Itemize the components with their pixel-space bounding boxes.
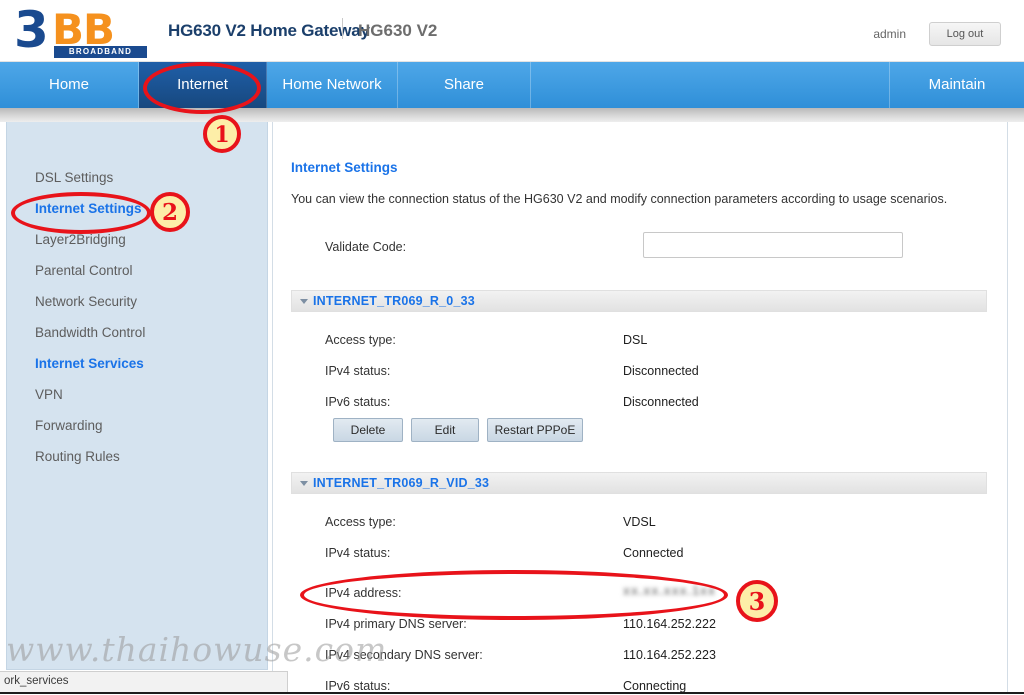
- sidebar-item-bandwidth-control[interactable]: Bandwidth Control: [35, 323, 145, 343]
- row-label-access-type-2: Access type:: [325, 515, 396, 529]
- section-heading: Internet Settings: [291, 160, 398, 175]
- row-value-ipv4-address: xx.xx.xxx.1xx: [623, 584, 716, 598]
- row-value-ipv4-status-2: Connected: [623, 546, 684, 560]
- content-area: DSL Settings Internet Settings Layer2Bri…: [0, 122, 1024, 694]
- row-value-ipv4-primary-dns: 110.164.252.222: [623, 617, 716, 631]
- sidebar-item-internet-services[interactable]: Internet Services: [35, 354, 144, 374]
- nav-shadow-strip: [0, 108, 1024, 122]
- title-divider: [342, 18, 343, 39]
- logout-button[interactable]: Log out: [929, 22, 1001, 46]
- row-label-ipv4-status-2: IPv4 status:: [325, 546, 391, 560]
- logo-digit-three: 3: [14, 1, 49, 59]
- sidebar-item-internet-settings[interactable]: Internet Settings: [35, 199, 142, 219]
- current-user-label: admin: [873, 27, 906, 41]
- row-value-ipv6-status: Disconnected: [623, 395, 699, 409]
- sidebar-item-vpn[interactable]: VPN: [35, 385, 63, 405]
- app-header: 3 BB BROADBAND HG630 V2 Home Gateway HG6…: [0, 0, 1024, 62]
- nav-item-home[interactable]: Home: [0, 62, 139, 108]
- logo-broadband-band: BROADBAND: [54, 46, 147, 58]
- main-panel: Internet Settings You can view the conne…: [272, 122, 1008, 694]
- delete-button[interactable]: Delete: [333, 418, 403, 442]
- nav-item-share[interactable]: Share: [398, 62, 531, 108]
- restart-pppoe-button[interactable]: Restart PPPoE: [487, 418, 583, 442]
- row-label-ipv4-address: IPv4 address:: [325, 586, 402, 600]
- brand-logo: 3 BB BROADBAND: [14, 1, 154, 59]
- sidebar-item-layer2bridging[interactable]: Layer2Bridging: [35, 230, 126, 250]
- sidebar: DSL Settings Internet Settings Layer2Bri…: [6, 122, 268, 670]
- main-navigation: Home Internet Home Network Share Maintai…: [0, 62, 1024, 108]
- validate-code-input[interactable]: [643, 232, 903, 258]
- section-description: You can view the connection status of th…: [291, 192, 948, 206]
- nav-spacer: [531, 62, 890, 108]
- validate-code-label: Validate Code:: [325, 240, 407, 254]
- section-header-internet-tr069-r-0-33[interactable]: INTERNET_TR069_R_0_33: [291, 290, 987, 312]
- chevron-down-icon: [300, 481, 308, 486]
- nav-item-maintain[interactable]: Maintain: [890, 62, 1024, 108]
- page-title: HG630 V2 Home Gateway: [168, 21, 370, 40]
- edit-button[interactable]: Edit: [411, 418, 479, 442]
- row-value-ipv4-status: Disconnected: [623, 364, 699, 378]
- logo-letters-bb: BB: [52, 5, 115, 54]
- device-model-label: HG630 V2: [358, 21, 438, 40]
- section-header-internet-tr069-r-vid-33[interactable]: INTERNET_TR069_R_VID_33: [291, 472, 987, 494]
- nav-item-home-network[interactable]: Home Network: [267, 62, 398, 108]
- row-label-ipv6-status: IPv6 status:: [325, 395, 391, 409]
- sidebar-item-dsl-settings[interactable]: DSL Settings: [35, 168, 113, 188]
- row-label-access-type: Access type:: [325, 333, 396, 347]
- row-value-ipv4-secondary-dns: 110.164.252.223: [623, 648, 716, 662]
- browser-status-bar: ork_services: [0, 671, 288, 692]
- row-value-access-type: DSL: [623, 333, 648, 347]
- section-title: INTERNET_TR069_R_VID_33: [313, 476, 490, 490]
- section-title: INTERNET_TR069_R_0_33: [313, 294, 475, 308]
- status-bar-text: ork_services: [4, 675, 69, 687]
- nav-item-internet[interactable]: Internet: [139, 62, 267, 108]
- sidebar-item-parental-control[interactable]: Parental Control: [35, 261, 133, 281]
- chevron-down-icon: [300, 299, 308, 304]
- row-label-ipv4-primary-dns: IPv4 primary DNS server:: [325, 617, 467, 631]
- row-label-ipv4-secondary-dns: IPv4 secondary DNS server:: [325, 648, 483, 662]
- sidebar-item-forwarding[interactable]: Forwarding: [35, 416, 103, 436]
- sidebar-item-routing-rules[interactable]: Routing Rules: [35, 447, 120, 467]
- row-label-ipv4-status: IPv4 status:: [325, 364, 391, 378]
- sidebar-item-network-security[interactable]: Network Security: [35, 292, 137, 312]
- row-value-access-type-2: VDSL: [623, 515, 656, 529]
